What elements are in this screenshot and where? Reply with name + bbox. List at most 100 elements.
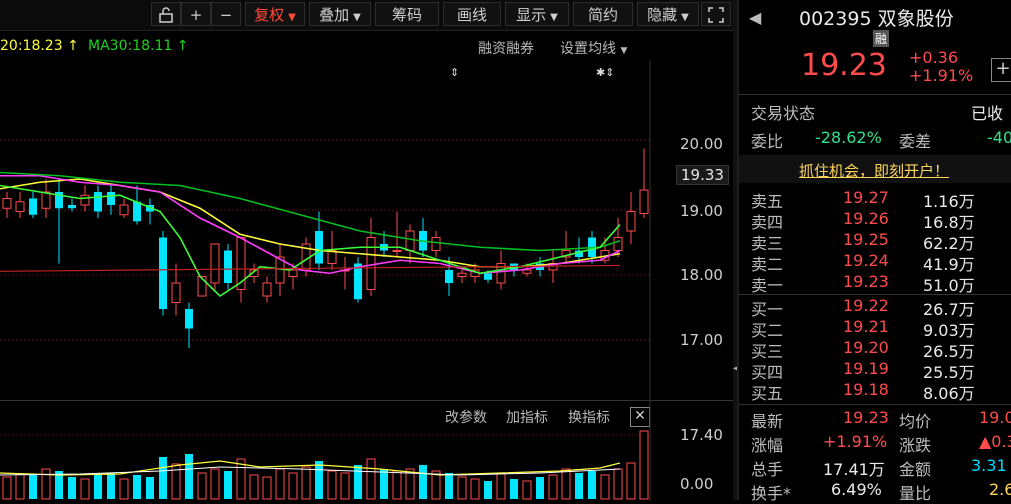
candle-body bbox=[354, 263, 362, 300]
expand-icon[interactable] bbox=[701, 2, 731, 26]
jine-label: 金额 bbox=[899, 460, 932, 479]
jine-value: 3.31 bbox=[971, 456, 1007, 475]
order-book-row[interactable]: 卖二 19.24 41.9万 bbox=[739, 251, 1011, 274]
volume-bar bbox=[354, 465, 362, 499]
level-label: 卖一 bbox=[751, 276, 784, 295]
order-book-row[interactable]: 卖四 19.26 16.8万 bbox=[739, 209, 1011, 232]
y-tick-label: 18.00 bbox=[680, 266, 723, 284]
add-watchlist-button[interactable]: + bbox=[991, 58, 1011, 82]
level-price: 19.18 bbox=[843, 380, 889, 399]
stock-title: 002395 双象股份 bbox=[799, 4, 954, 31]
current-price: 19.23 bbox=[801, 48, 887, 83]
lock-icon[interactable] bbox=[151, 2, 181, 26]
weicha-value: -40 bbox=[987, 128, 1011, 147]
promo-link[interactable]: 抓住机会，即刻开户！ bbox=[799, 160, 949, 181]
huanshou-label: 换手* bbox=[751, 484, 792, 503]
huanshou-value: 6.49% bbox=[831, 480, 882, 499]
trade-status-label: 交易状态 bbox=[751, 104, 816, 123]
weibi-row: 委比 -28.62% 委差 -40 bbox=[739, 128, 1011, 151]
zuixin-value: 19.23 bbox=[843, 408, 889, 427]
candle-body bbox=[171, 282, 181, 303]
zoom-in-button[interactable]: + bbox=[181, 2, 211, 26]
candle-body bbox=[159, 237, 167, 309]
candle-body bbox=[315, 231, 323, 264]
promo-bar[interactable]: 抓住机会，即刻开户！ bbox=[739, 155, 1011, 183]
y-tick-label: 20.00 bbox=[680, 135, 723, 153]
stock-code: 002395 bbox=[799, 8, 872, 30]
level-volume: 51.0万 bbox=[923, 276, 975, 295]
chouma-button[interactable]: 筹码 bbox=[375, 2, 439, 26]
order-book-row[interactable]: 卖三 19.25 62.2万 bbox=[739, 230, 1011, 253]
level-volume: 8.06万 bbox=[923, 384, 975, 403]
volume-bar bbox=[185, 454, 193, 499]
yincang-dropdown[interactable]: 隐藏 ▼ bbox=[637, 2, 699, 26]
zhangdie-value: ▲0.3 bbox=[979, 432, 1011, 451]
candle-body bbox=[626, 211, 636, 232]
volume-bar bbox=[340, 472, 350, 500]
volume-bar bbox=[68, 477, 76, 499]
zongshou-value: 17.41万 bbox=[823, 460, 885, 479]
candle-body bbox=[366, 237, 376, 290]
volume-bar bbox=[288, 472, 298, 500]
level-price: 19.27 bbox=[843, 188, 889, 207]
weibi-label: 委比 bbox=[751, 132, 784, 151]
volume-bar bbox=[522, 480, 532, 500]
candle-body bbox=[445, 270, 453, 283]
weibi-value: -28.62% bbox=[815, 128, 882, 147]
candle-body bbox=[288, 269, 298, 277]
ask-book: 卖五 19.27 1.16万 卖四 19.26 16.8万 卖三 19.25 62.2万 卖二 19… bbox=[739, 188, 1011, 295]
order-book-row[interactable]: 买一 19.22 26.7万 bbox=[739, 296, 1011, 319]
fuquan-dropdown[interactable]: 复权 ▼ bbox=[245, 2, 305, 26]
zoom-out-button[interactable]: − bbox=[211, 2, 241, 26]
volume-panel[interactable]: 改参数 加指标 换指标 ✕ 17.40 0.00 bbox=[0, 400, 733, 501]
bid-book: 买一 19.22 26.7万 买二 19.21 9.03万 买三 19.20 26.5万 买四 19… bbox=[739, 296, 1011, 403]
jianyue-button[interactable]: 简约 bbox=[573, 2, 633, 26]
diejia-dropdown[interactable]: 叠加 ▼ bbox=[309, 2, 371, 26]
volume-bar bbox=[146, 477, 154, 499]
volume-bar bbox=[561, 468, 571, 500]
candle-body bbox=[522, 269, 532, 274]
huaxian-button[interactable]: 画线 bbox=[443, 2, 501, 26]
y-tick-label: 17.00 bbox=[680, 331, 723, 349]
volume-svg bbox=[0, 401, 651, 501]
rong-badge: 融 bbox=[873, 30, 890, 47]
chevron-down-icon: ▼ bbox=[353, 12, 361, 23]
kline-svg bbox=[0, 60, 651, 400]
volume-bar bbox=[548, 474, 558, 500]
volume-bar bbox=[210, 468, 220, 500]
order-book-row[interactable]: 买四 19.19 25.5万 bbox=[739, 359, 1011, 382]
stat-row: 涨幅 +1.91% 涨跌 ▲0.3 bbox=[739, 432, 1011, 455]
volume-bar bbox=[41, 468, 51, 500]
yincang-label: 隐藏 bbox=[647, 6, 678, 24]
current-price-tag: 19.33 bbox=[676, 165, 729, 185]
order-book-row[interactable]: 卖五 19.27 1.16万 bbox=[739, 188, 1011, 211]
order-book-row[interactable]: 买五 19.18 8.06万 bbox=[739, 380, 1011, 403]
xianshi-dropdown[interactable]: 显示 ▼ bbox=[505, 2, 569, 26]
candle-body bbox=[224, 250, 232, 283]
order-book-row[interactable]: 卖一 19.23 51.0万 bbox=[739, 272, 1011, 295]
candle-body bbox=[210, 243, 220, 284]
order-book-row[interactable]: 买三 19.20 26.5万 bbox=[739, 338, 1011, 361]
candle-body bbox=[80, 194, 90, 206]
fuquan-label: 复权 bbox=[254, 6, 285, 24]
volume-bar bbox=[419, 465, 427, 499]
candle-body bbox=[107, 192, 115, 205]
candle-body bbox=[484, 273, 492, 280]
xianshi-label: 显示 bbox=[516, 6, 547, 24]
volume-bar bbox=[639, 430, 649, 500]
ma30-line bbox=[0, 171, 621, 252]
zhangdie-label: 涨跌 bbox=[899, 436, 932, 455]
volume-bar bbox=[470, 478, 480, 500]
y-tick-label: 19.00 bbox=[680, 202, 723, 220]
candle-body bbox=[119, 204, 129, 216]
volume-bar bbox=[29, 475, 37, 499]
volume-bar bbox=[366, 458, 376, 500]
back-arrow-icon[interactable]: ◀ bbox=[749, 8, 761, 27]
order-book-row[interactable]: 买二 19.21 9.03万 bbox=[739, 317, 1011, 340]
kline-chart[interactable]: 20:18.23 ↑ MA30:18.11 ↑ 融资融券 设置均线 ▼ ⇕ ✱⇕… bbox=[0, 30, 733, 400]
volume-bar bbox=[133, 475, 141, 499]
quote-panel: ◀ 002395 双象股份 融 19.23 +0.36 +1.91% + 交易状… bbox=[737, 0, 1011, 503]
stat-row: 总手 17.41万 金额 3.31 bbox=[739, 456, 1011, 479]
volume-bar bbox=[613, 468, 623, 500]
stock-name: 双象股份 bbox=[877, 8, 954, 30]
